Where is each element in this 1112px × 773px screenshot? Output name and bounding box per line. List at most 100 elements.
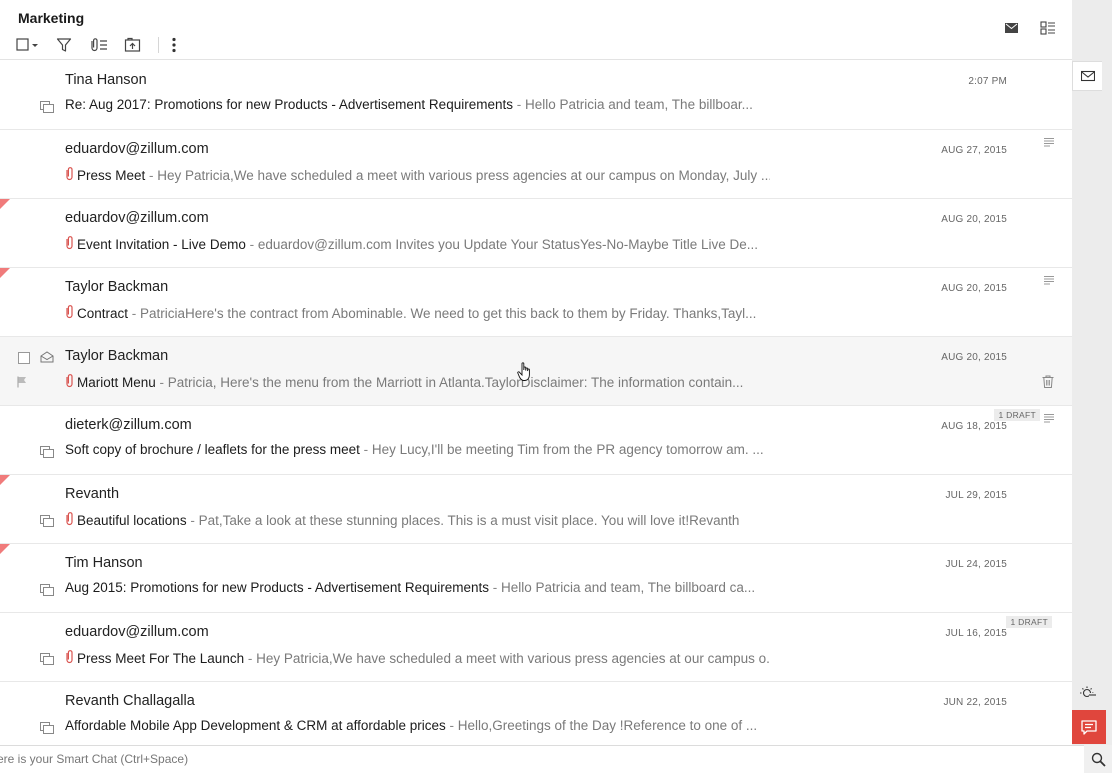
list-view-button[interactable] [1040, 20, 1056, 41]
email-row[interactable]: Taylor Backman Contract - PatriciaHere's… [0, 268, 1072, 337]
attachment-icon [65, 304, 74, 322]
email-subject: Event Invitation - Live Demo [77, 236, 246, 252]
flag-marker [0, 268, 10, 278]
attachment-icon [65, 235, 74, 253]
email-snippet: Hello,Greetings of the Day !Reference to… [457, 718, 758, 733]
draft-badge: 1 DRAFT [1006, 616, 1052, 628]
attachment-icon [65, 511, 74, 529]
email-preview: Affordable Mobile App Development & CRM … [65, 718, 758, 733]
thread-icon[interactable] [40, 445, 54, 463]
thread-icon[interactable] [40, 721, 54, 739]
mail-app: Marketing Tina Hanson Re: Aug 2017: Prom… [0, 0, 1112, 773]
email-subject: Aug 2015: Promotions for new Products - … [65, 580, 489, 595]
email-preview: Press Meet - Hey Patricia,We have schedu… [65, 166, 770, 184]
attachment-icon [65, 373, 74, 391]
email-snippet: Hey Patricia,We have scheduled a meet wi… [157, 167, 770, 183]
thread-icon[interactable] [40, 652, 54, 670]
thread-icon[interactable] [40, 100, 54, 118]
email-row[interactable]: Revanth Beautiful locations - Pat,Take a… [0, 475, 1072, 544]
email-snippet: Hello Patricia and team, The billboar... [524, 97, 753, 112]
email-subject: Press Meet [77, 167, 146, 183]
notes-icon[interactable] [1044, 134, 1054, 152]
search-icon [1091, 752, 1106, 767]
toolbar-divider [158, 37, 159, 53]
smart-chat-input[interactable] [0, 752, 897, 766]
envelope-icon [1080, 70, 1095, 82]
email-snippet: Patricia, Here's the menu from the Marri… [167, 374, 744, 390]
select-all-dropdown[interactable] [16, 35, 40, 55]
mark-read-icon[interactable] [40, 350, 54, 368]
email-preview: Aug 2015: Promotions for new Products - … [65, 580, 756, 595]
email-list: Tina Hanson Re: Aug 2017: Promotions for… [0, 61, 1072, 745]
more-vertical-icon [172, 37, 176, 53]
thread-icon[interactable] [40, 583, 54, 601]
email-subject: Contract [77, 305, 129, 321]
email-row[interactable]: 1 DRAFT dieterk@zillum.com Soft copy of … [0, 406, 1072, 475]
email-preview: Beautiful locations - Pat,Take a look at… [65, 511, 770, 529]
email-row[interactable]: Tina Hanson Re: Aug 2017: Promotions for… [0, 61, 1072, 130]
email-row[interactable]: 1 DRAFT eduardov@zillum.com Press Meet F… [0, 613, 1072, 682]
email-preview: Event Invitation - Live Demo - eduardov@… [65, 235, 770, 253]
email-date: 2:07 PM [968, 76, 1007, 87]
draft-badge: 1 DRAFT [994, 409, 1040, 421]
email-row[interactable]: eduardov@zillum.com Event Invitation - L… [0, 199, 1072, 268]
email-subject: Re: Aug 2017: Promotions for new Product… [65, 97, 513, 112]
email-row[interactable]: Tim Hanson Aug 2015: Promotions for new … [0, 544, 1072, 613]
email-sender: dieterk@zillum.com [65, 417, 192, 433]
attachments-filter-button[interactable] [88, 35, 108, 55]
email-preview: Mariott Menu - Patricia, Here's the menu… [65, 373, 770, 391]
brightness-icon [1080, 686, 1096, 698]
notes-icon[interactable] [1044, 272, 1054, 290]
email-sender: Taylor Backman [65, 279, 169, 295]
filter-button[interactable] [56, 35, 72, 55]
conversation-view-button[interactable] [1004, 20, 1020, 41]
attachment-icon [65, 166, 74, 184]
mail-panel-tab[interactable] [1072, 61, 1102, 91]
flag-marker [0, 199, 10, 209]
email-sender: Tim Hanson [65, 555, 143, 571]
list-header: Marketing [0, 0, 1072, 60]
chat-bubble-icon [1081, 719, 1097, 735]
smart-chat-bar [0, 745, 1084, 773]
email-sender: Revanth Challagalla [65, 693, 195, 709]
email-date: AUG 27, 2015 [941, 145, 1007, 156]
email-sender: Tina Hanson [65, 72, 147, 88]
view-toggle [1004, 20, 1056, 41]
attachment-icon [65, 649, 74, 667]
folder-title: Marketing [18, 10, 85, 26]
email-preview: Contract - PatriciaHere's the contract f… [65, 304, 770, 322]
email-row[interactable]: eduardov@zillum.com Press Meet - Hey Pat… [0, 130, 1072, 199]
paperclip-list-icon [91, 38, 107, 52]
email-preview: Soft copy of brochure / leaflets for the… [65, 442, 764, 457]
email-date: JUL 29, 2015 [945, 490, 1007, 501]
conversation-icon [1005, 23, 1018, 33]
email-snippet: eduardov@zillum.com Invites you Update Y… [257, 236, 759, 252]
email-snippet: PatriciaHere's the contract from Abomina… [140, 305, 757, 321]
email-sender: Revanth [65, 486, 120, 502]
toolbar [16, 35, 193, 55]
email-date: JUN 22, 2015 [943, 697, 1007, 708]
flag-marker [0, 475, 10, 485]
email-sender: eduardov@zillum.com [65, 141, 209, 157]
theme-toggle[interactable] [1078, 684, 1098, 705]
email-date: JUL 16, 2015 [945, 628, 1007, 639]
search-button[interactable] [1084, 745, 1112, 773]
flag-icon[interactable] [17, 375, 27, 393]
chat-button[interactable] [1072, 710, 1106, 744]
move-to-button[interactable] [124, 35, 142, 55]
email-row[interactable]: Revanth Challagalla Affordable Mobile Ap… [0, 682, 1072, 745]
email-subject: Mariott Menu [77, 374, 156, 390]
email-sender: Taylor Backman [65, 348, 169, 364]
notes-icon[interactable] [1044, 410, 1054, 428]
email-snippet: Hello Patricia and team, The billboard c… [500, 580, 756, 595]
email-date: JUL 24, 2015 [945, 559, 1007, 570]
more-actions-button[interactable] [171, 35, 177, 55]
email-date: AUG 20, 2015 [941, 283, 1007, 294]
email-row[interactable]: Taylor Backman Mariott Menu - Patricia, … [0, 337, 1072, 406]
email-date: AUG 18, 2015 [941, 421, 1007, 432]
thread-icon[interactable] [40, 514, 54, 532]
email-date: AUG 20, 2015 [941, 214, 1007, 225]
email-snippet: Hey Patricia,We have scheduled a meet wi… [256, 650, 770, 666]
trash-icon[interactable] [1042, 375, 1054, 393]
row-checkbox[interactable] [18, 352, 30, 364]
